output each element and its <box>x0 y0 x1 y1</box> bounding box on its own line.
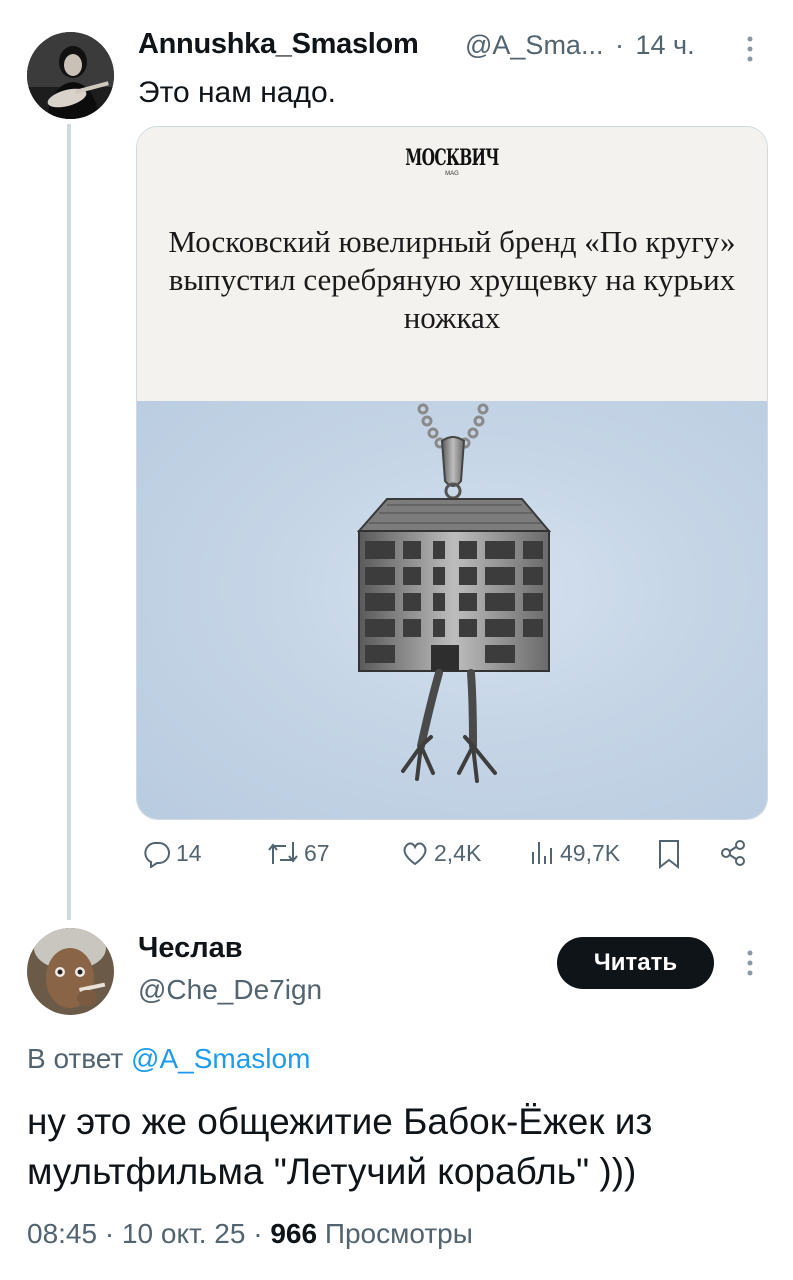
retweet-icon <box>268 842 298 864</box>
thread-connector-line <box>67 124 71 920</box>
card-image[interactable] <box>137 401 767 819</box>
share-icon <box>721 840 745 866</box>
link-card[interactable]: МОСКВИЧ MAG Московский ювелирный бренд «… <box>136 126 768 820</box>
reply-author-name[interactable]: Чеслав <box>138 932 243 965</box>
card-headline: Московский ювелирный бренд «По кругу» вы… <box>168 224 736 335</box>
tweet-text: Это нам надо. <box>138 76 336 109</box>
reply-time[interactable]: 08:45 <box>27 1218 97 1249</box>
pendant-illustration <box>356 403 552 783</box>
reply-date[interactable]: 10 окт. 25 <box>122 1218 245 1249</box>
reply-to-prefix: В ответ <box>27 1043 124 1074</box>
author-avatar[interactable] <box>27 32 114 119</box>
views-action[interactable]: 49,7K <box>528 838 620 868</box>
footer-separator: · <box>253 1218 271 1249</box>
tweet-time[interactable]: 14 ч. <box>636 30 695 60</box>
retweet-count: 67 <box>304 839 330 866</box>
reply-author-handle[interactable]: @Che_De7ign <box>138 974 322 1006</box>
like-count: 2,4K <box>434 839 482 866</box>
bookmark-icon <box>659 840 679 870</box>
share-action[interactable] <box>718 838 748 868</box>
reply-action[interactable]: 14 <box>142 838 202 868</box>
author-name[interactable]: Annushka_Smaslom <box>138 28 419 61</box>
heart-icon <box>403 842 427 866</box>
tweet-actions-bar: 14 67 2,4K 49,7K <box>138 838 758 888</box>
reply-footer: 08:45 · 10 окт. 25 · 966 Просмотры <box>27 1218 473 1250</box>
author-handle[interactable]: @A_Sma... <box>465 30 603 60</box>
reply-icon <box>144 842 170 868</box>
reply-views-label: Просмотры <box>324 1218 473 1249</box>
more-vertical-icon[interactable] <box>740 948 760 978</box>
card-header: МОСКВИЧ MAG Московский ювелирный бренд «… <box>137 127 767 401</box>
views-icon <box>532 842 552 864</box>
reply-count: 14 <box>176 839 202 866</box>
like-action[interactable]: 2,4K <box>400 838 481 868</box>
retweet-action[interactable]: 67 <box>266 838 330 868</box>
bookmark-action[interactable] <box>656 838 682 870</box>
reply-to-mention[interactable]: @A_Smaslom <box>131 1043 310 1074</box>
reply-text: ну это же общежитие Бабок-Ёжек из мультф… <box>27 1101 653 1192</box>
publication-logo: МОСКВИЧ <box>405 145 499 171</box>
reply-views-count: 966 <box>270 1218 318 1249</box>
publication-logo-sub: MAG <box>445 171 459 177</box>
views-count: 49,7K <box>560 839 621 866</box>
meta-separator: · <box>614 30 624 60</box>
reply-author-avatar[interactable] <box>27 928 114 1015</box>
footer-separator: · <box>104 1218 122 1249</box>
reply-to-line: В ответ @A_Smaslom <box>27 1043 310 1075</box>
more-vertical-icon[interactable] <box>740 34 760 64</box>
tweet-meta: @A_Sma... · 14 ч. <box>465 30 695 61</box>
follow-button[interactable]: Читать <box>557 937 714 989</box>
